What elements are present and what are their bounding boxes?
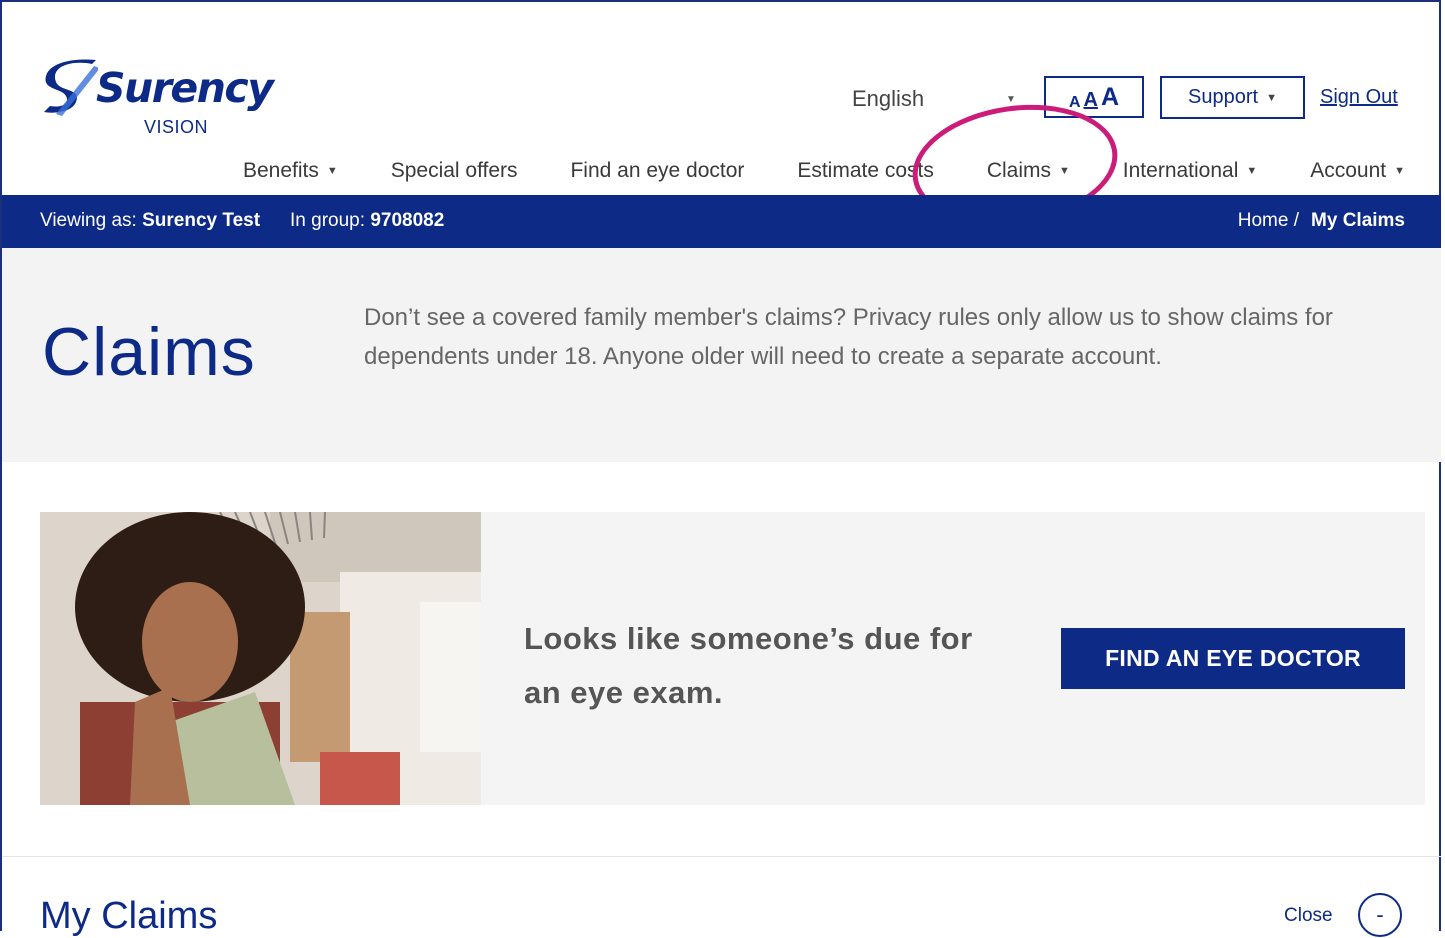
- promo-line-1: Looks like someone’s due for: [524, 621, 973, 656]
- nav-label: Account: [1310, 159, 1387, 182]
- nav-item-benefits[interactable]: Benefits ▼: [243, 156, 338, 186]
- chevron-down-icon: ▼: [1266, 91, 1277, 104]
- breadcrumb-home[interactable]: Home /: [1238, 210, 1299, 232]
- promo-photo: [40, 512, 481, 805]
- page-title: Claims: [42, 314, 256, 390]
- language-caret-icon[interactable]: ▼: [1006, 94, 1016, 105]
- context-bar: Viewing as: Surency Test In group: 97080…: [2, 195, 1441, 248]
- find-eye-doctor-button[interactable]: FIND AN EYE DOCTOR: [1061, 628, 1405, 689]
- group-label: In group:: [290, 210, 366, 231]
- promo-message: Looks like someone’s due for an eye exam…: [524, 612, 973, 720]
- main-nav: Benefits ▼ Special offers Find an eye do…: [243, 156, 1405, 186]
- chevron-down-icon: ▼: [1394, 165, 1405, 177]
- group-value: 9708082: [370, 210, 445, 231]
- font-size-large[interactable]: A: [1101, 83, 1119, 112]
- eye-exam-promo: Looks like someone’s due for an eye exam…: [40, 512, 1425, 805]
- font-size-medium[interactable]: A: [1084, 89, 1098, 112]
- support-button[interactable]: Support ▼: [1160, 76, 1305, 119]
- collapse-icon[interactable]: -: [1358, 893, 1402, 937]
- nav-label: Benefits: [243, 159, 319, 182]
- chevron-down-icon: ▼: [326, 165, 338, 177]
- my-claims-title: My Claims: [40, 895, 218, 937]
- sign-out-link[interactable]: Sign Out: [1320, 86, 1398, 109]
- viewing-label: Viewing as:: [40, 210, 137, 231]
- close-section-label[interactable]: Close: [1284, 905, 1333, 927]
- page-header: Claims Don’t see a covered family member…: [2, 248, 1441, 462]
- language-select[interactable]: English: [852, 86, 924, 112]
- promo-line-2: an eye exam.: [524, 675, 724, 710]
- support-label: Support: [1188, 86, 1259, 108]
- breadcrumb-current: My Claims: [1311, 210, 1405, 231]
- section-divider: [2, 856, 1441, 857]
- nav-label: Find an eye doctor: [570, 159, 745, 182]
- nav-item-special-offers[interactable]: Special offers: [391, 156, 518, 186]
- nav-item-find-eye-doctor[interactable]: Find an eye doctor: [570, 156, 744, 186]
- privacy-notice: Don’t see a covered family member's clai…: [364, 304, 1333, 370]
- nav-item-international[interactable]: International ▼: [1123, 156, 1257, 186]
- chevron-down-icon: ▼: [1246, 165, 1258, 177]
- surency-logo[interactable]: Surency: [42, 58, 274, 118]
- surency-s-logo-icon: [44, 59, 98, 116]
- breadcrumb: Home / My Claims: [1238, 210, 1405, 232]
- logo-subtitle: VISION: [144, 117, 209, 137]
- nav-label: Special offers: [390, 159, 518, 182]
- group-info: In group: 9708082: [290, 210, 444, 232]
- woman-shopping-image: [40, 512, 481, 805]
- logo-wordmark: Surency: [96, 64, 274, 112]
- viewing-value: Surency Test: [142, 210, 261, 231]
- nav-label: International: [1122, 159, 1239, 182]
- viewing-as: Viewing as: Surency Test: [40, 210, 260, 232]
- nav-item-account[interactable]: Account ▼: [1310, 156, 1405, 186]
